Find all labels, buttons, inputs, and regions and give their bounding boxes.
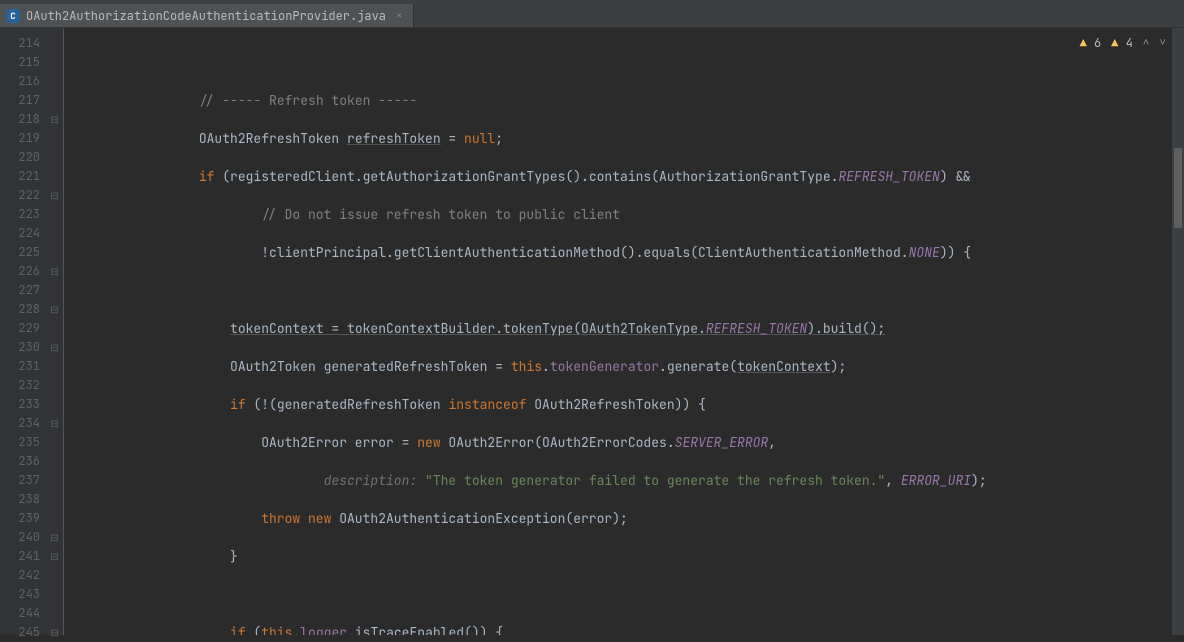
line-number: 239 <box>10 509 40 528</box>
fold-toggle <box>46 224 63 243</box>
line-number: 221 <box>10 167 40 186</box>
line-number: 237 <box>10 471 40 490</box>
fold-toggle <box>46 566 63 585</box>
fold-toggle[interactable]: ⊟ <box>46 300 63 319</box>
editor-tab-bar: C OAuth2AuthorizationCodeAuthenticationP… <box>0 4 1184 28</box>
code-line: OAuth2Error error = new OAuth2Error(OAut… <box>74 433 1184 452</box>
code-line: !clientPrincipal.getClientAuthentication… <box>74 243 1184 262</box>
warning-count-1: 6 <box>1094 35 1101 51</box>
fold-toggle <box>46 376 63 395</box>
code-line <box>74 281 1184 300</box>
fold-toggle <box>46 167 63 186</box>
line-number: 226 <box>10 262 40 281</box>
fold-toggle[interactable]: ⊟ <box>46 186 63 205</box>
line-number: 216 <box>10 72 40 91</box>
warning-count-2: 4 <box>1126 35 1133 51</box>
fold-toggle[interactable]: ⊟ <box>46 338 63 357</box>
scroll-thumb[interactable] <box>1174 148 1182 228</box>
code-line: description: "The token generator failed… <box>74 471 1184 490</box>
chevron-down-icon[interactable]: ˅ <box>1159 34 1166 53</box>
fold-toggle <box>46 585 63 604</box>
line-number: 234 <box>10 414 40 433</box>
line-number: 223 <box>10 205 40 224</box>
fold-toggle <box>46 91 63 110</box>
line-number: 238 <box>10 490 40 509</box>
code-editor[interactable]: ▲ 6 ▲ 4 ˄ ˅ // ----- Refresh token -----… <box>64 28 1184 635</box>
warning-icon: ▲ <box>1080 35 1087 51</box>
line-number: 243 <box>10 585 40 604</box>
fold-toggle <box>46 148 63 167</box>
line-number: 241 <box>10 547 40 566</box>
code-line: } <box>74 547 1184 566</box>
line-number: 227 <box>10 281 40 300</box>
fold-toggle <box>46 72 63 91</box>
code-line: // ----- Refresh token ----- <box>74 91 1184 110</box>
code-line: // Do not issue refresh token to public … <box>74 205 1184 224</box>
line-number: 219 <box>10 129 40 148</box>
code-line: throw new OAuth2AuthenticationException(… <box>74 509 1184 528</box>
fold-toggle <box>46 243 63 262</box>
line-number: 215 <box>10 53 40 72</box>
line-number: 235 <box>10 433 40 452</box>
editor-area: 2142152162172182192202212222232242252262… <box>0 28 1184 635</box>
inspection-widget[interactable]: ▲ 6 ▲ 4 ˄ ˅ <box>1080 34 1166 53</box>
fold-toggle <box>46 357 63 376</box>
code-line <box>74 585 1184 604</box>
code-line: tokenContext = tokenContextBuilder.token… <box>74 319 1184 338</box>
code-line: if (!(generatedRefreshToken instanceof O… <box>74 395 1184 414</box>
fold-toggle <box>46 53 63 72</box>
editor-tab[interactable]: C OAuth2AuthorizationCodeAuthenticationP… <box>0 4 414 27</box>
fold-toggle[interactable]: ⊟ <box>46 414 63 433</box>
line-number: 228 <box>10 300 40 319</box>
fold-toggle <box>46 129 63 148</box>
line-number: 220 <box>10 148 40 167</box>
fold-toggle[interactable]: ⊟ <box>46 547 63 566</box>
code-line: OAuth2RefreshToken refreshToken = null; <box>74 129 1184 148</box>
chevron-up-icon[interactable]: ˄ <box>1143 34 1150 53</box>
fold-toggle <box>46 34 63 53</box>
fold-toggle <box>46 490 63 509</box>
line-number: 225 <box>10 243 40 262</box>
fold-toggle <box>46 452 63 471</box>
fold-toggle[interactable]: ⊟ <box>46 110 63 129</box>
fold-toggle <box>46 471 63 490</box>
fold-toggle <box>46 319 63 338</box>
line-number-gutter: 2142152162172182192202212222232242252262… <box>0 28 46 635</box>
fold-toggle <box>46 205 63 224</box>
line-number: 214 <box>10 34 40 53</box>
fold-toggle <box>46 604 63 623</box>
line-number: 245 <box>10 623 40 642</box>
line-number: 240 <box>10 528 40 547</box>
close-icon[interactable]: × <box>396 9 403 23</box>
line-number: 232 <box>10 376 40 395</box>
fold-column[interactable]: ⊟⊟⊟⊟⊟⊟⊟⊟⊟ <box>46 28 64 635</box>
code-line: OAuth2Token generatedRefreshToken = this… <box>74 357 1184 376</box>
line-number: 242 <box>10 566 40 585</box>
fold-toggle[interactable]: ⊟ <box>46 528 63 547</box>
fold-toggle <box>46 395 63 414</box>
line-number: 236 <box>10 452 40 471</box>
line-number: 222 <box>10 186 40 205</box>
weak-warning-icon: ▲ <box>1111 35 1118 51</box>
tab-filename: OAuth2AuthorizationCodeAuthenticationPro… <box>26 8 386 24</box>
line-number: 230 <box>10 338 40 357</box>
line-number: 224 <box>10 224 40 243</box>
fold-toggle <box>46 433 63 452</box>
java-class-icon: C <box>6 9 20 23</box>
code-line: if (registeredClient.getAuthorizationGra… <box>74 167 1184 186</box>
line-number: 231 <box>10 357 40 376</box>
line-number: 233 <box>10 395 40 414</box>
line-number: 244 <box>10 604 40 623</box>
line-number: 217 <box>10 91 40 110</box>
fold-toggle[interactable]: ⊟ <box>46 262 63 281</box>
code-line: if (this.logger.isTraceEnabled()) { <box>74 623 1184 635</box>
fold-toggle <box>46 281 63 300</box>
vertical-scrollbar[interactable] <box>1172 28 1184 635</box>
fold-toggle <box>46 509 63 528</box>
fold-toggle[interactable]: ⊟ <box>46 623 63 642</box>
line-number: 218 <box>10 110 40 129</box>
line-number: 229 <box>10 319 40 338</box>
